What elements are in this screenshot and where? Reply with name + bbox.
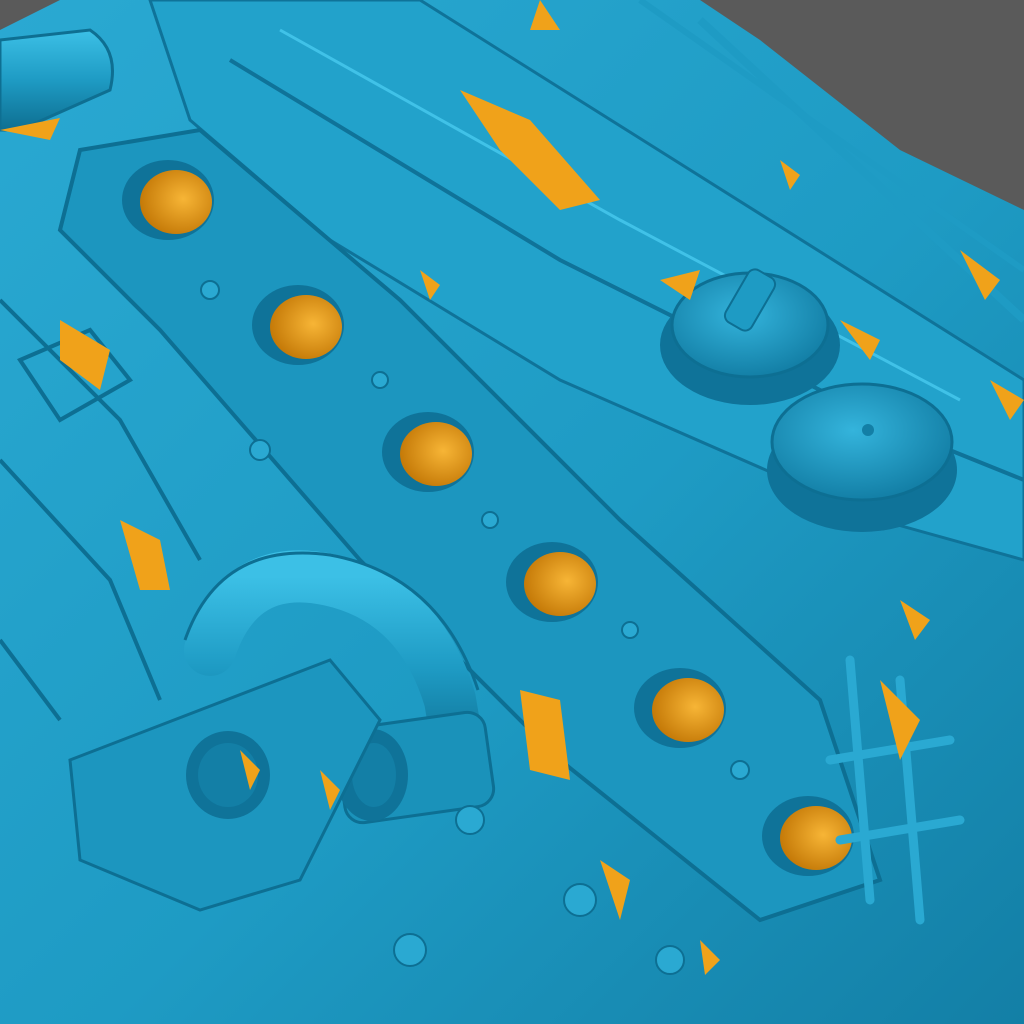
port-hole-inner xyxy=(400,422,472,486)
engine-scan-render xyxy=(0,0,1024,1024)
port-hole-inner xyxy=(140,170,212,234)
port-hole-inner xyxy=(524,552,596,616)
round-cap xyxy=(767,382,957,532)
port-hole-inner xyxy=(652,678,724,742)
3d-viewport[interactable] xyxy=(0,0,1024,1024)
port-hole-inner xyxy=(270,295,342,359)
